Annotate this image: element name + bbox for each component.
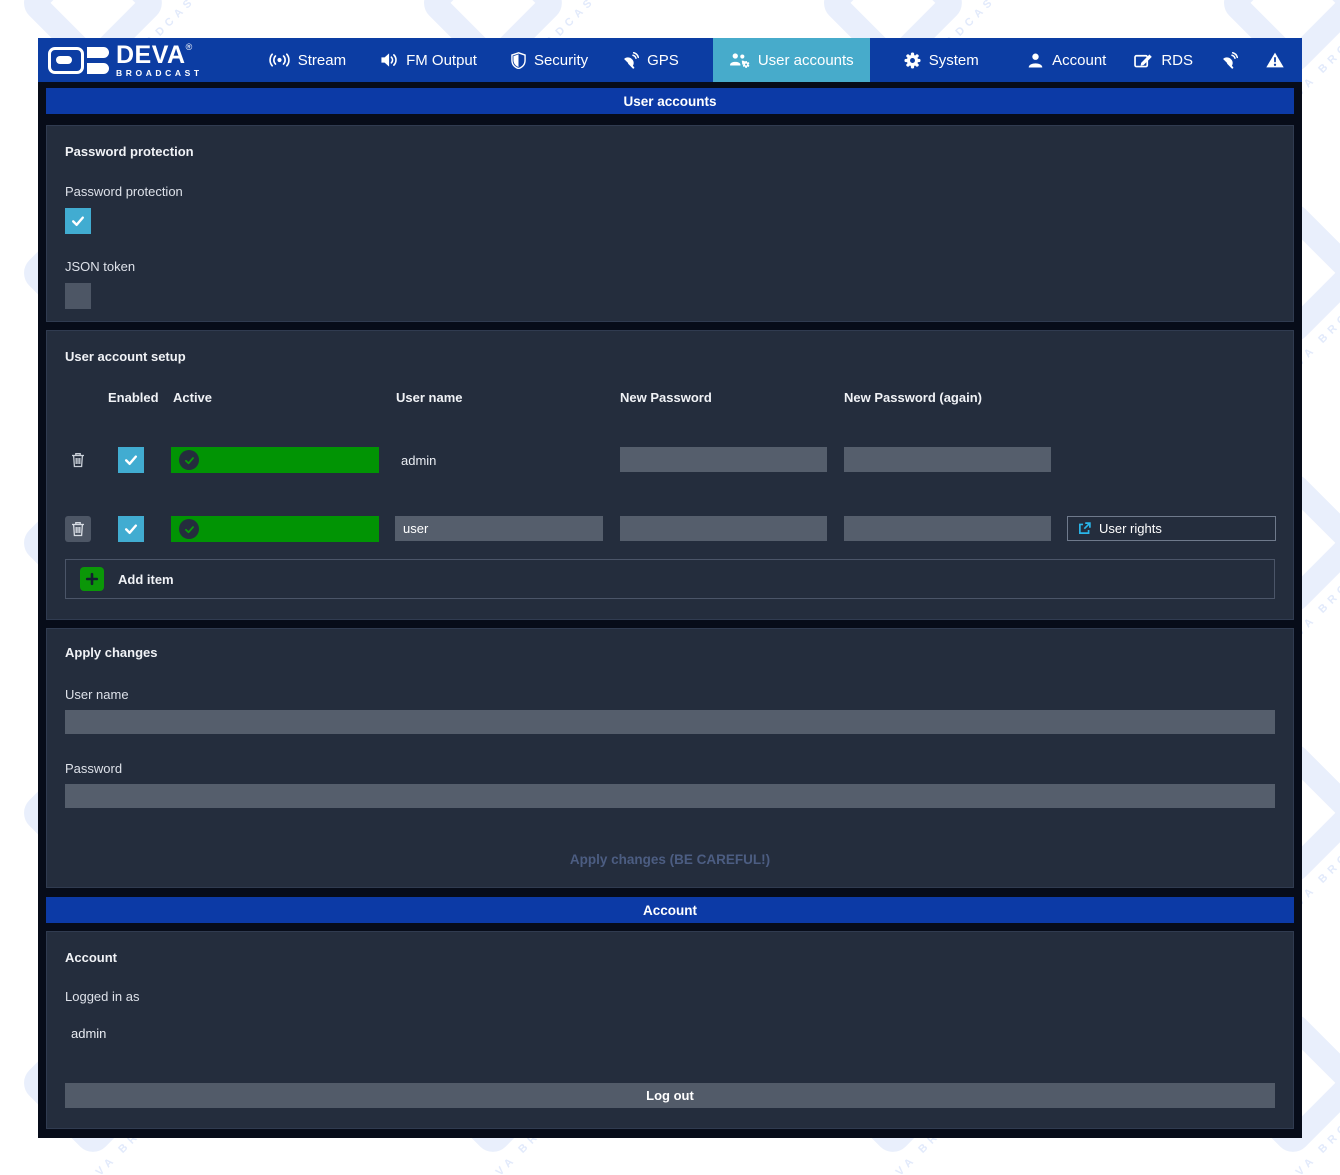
stream-icon [269, 53, 290, 67]
delete-user-button[interactable] [65, 516, 91, 542]
brand-subtitle: BROADCAST [116, 69, 203, 78]
column-header-user-name: User name [396, 390, 462, 405]
nav-right: Account RDS [1027, 38, 1284, 82]
password-protection-title: Password protection [65, 144, 1275, 159]
enabled-checkbox[interactable] [118, 516, 144, 542]
password-protection-label: Password protection [65, 184, 1275, 199]
navbar: DEVA® BROADCAST Stream FM Output Securit… [38, 38, 1302, 82]
column-header-new-password-again: New Password (again) [844, 390, 982, 405]
rds-icon [1134, 52, 1153, 68]
account-panel-title: Account [65, 950, 1275, 965]
user-account-setup-panel: User account setup Enabled Active User n… [46, 330, 1294, 620]
trash-icon [71, 521, 85, 537]
satellite-icon [1221, 52, 1238, 69]
nav-item-security[interactable]: Security [511, 38, 588, 82]
nav-item-account[interactable]: Account [1027, 38, 1106, 82]
logged-in-as-label: Logged in as [65, 989, 1275, 1004]
enabled-checkbox[interactable] [118, 447, 144, 473]
logged-in-user-value: admin [65, 1026, 1275, 1041]
fm-output-icon [380, 52, 398, 68]
apply-username-input[interactable] [65, 710, 1275, 734]
satellite-button[interactable] [1221, 38, 1238, 82]
nav-item-system[interactable]: System [904, 38, 979, 82]
check-icon [123, 521, 139, 537]
column-header-enabled: Enabled [108, 390, 159, 405]
external-link-icon [1078, 522, 1091, 535]
user-row-user: User rights [65, 516, 1275, 542]
apply-changes-title: Apply changes [65, 645, 1275, 660]
column-header-active: Active [173, 390, 212, 405]
active-status-indicator [171, 447, 379, 473]
alert-button[interactable] [1266, 38, 1284, 82]
brand-name: DEVA [116, 41, 186, 69]
active-check-icon [179, 519, 199, 539]
nav-main: Stream FM Output Security GPS User accou… [269, 38, 979, 82]
brand-registered-mark: ® [186, 42, 193, 52]
page-title: User accounts [46, 88, 1294, 114]
column-header-new-password: New Password [620, 390, 712, 405]
password-protection-panel: Password protection Password protection … [46, 125, 1294, 322]
log-out-button[interactable]: Log out [65, 1083, 1275, 1108]
apply-password-input[interactable] [65, 784, 1275, 808]
new-password-input[interactable] [620, 447, 827, 472]
nav-item-gps[interactable]: GPS [622, 38, 679, 82]
user-name-input[interactable] [395, 516, 603, 541]
add-item-row[interactable]: Add item [65, 559, 1275, 599]
check-icon [70, 213, 86, 229]
add-item-label: Add item [118, 572, 174, 587]
active-status-indicator [171, 516, 379, 542]
account-section-title: Account [46, 897, 1294, 923]
apply-changes-button[interactable]: Apply changes (BE CAREFUL!) [570, 852, 770, 867]
apply-changes-panel: Apply changes User name Password Apply c… [46, 628, 1294, 888]
deva-logo[interactable]: DEVA® BROADCAST [48, 43, 203, 78]
json-token-checkbox[interactable] [65, 283, 91, 309]
user-account-setup-title: User account setup [65, 349, 186, 364]
new-password-again-input[interactable] [844, 447, 1051, 472]
app-window: DEVA® BROADCAST Stream FM Output Securit… [38, 38, 1302, 1138]
warning-icon [1266, 52, 1284, 68]
add-item-button[interactable] [80, 567, 104, 591]
nav-item-stream[interactable]: Stream [269, 38, 346, 82]
gps-icon [622, 52, 639, 69]
new-password-again-input[interactable] [844, 516, 1051, 541]
new-password-input[interactable] [620, 516, 827, 541]
user-row-admin: admin [65, 447, 1275, 473]
nav-item-rds[interactable]: RDS [1134, 38, 1193, 82]
account-panel: Account Logged in as admin Log out [46, 931, 1294, 1129]
user-name-value: admin [395, 447, 603, 473]
nav-item-user-accounts[interactable]: User accounts [713, 38, 870, 82]
account-icon [1027, 52, 1044, 69]
trash-icon [71, 452, 85, 468]
security-icon [511, 52, 526, 69]
user-accounts-icon [729, 52, 750, 68]
active-check-icon [179, 450, 199, 470]
deva-logo-mark [48, 47, 109, 74]
check-icon [123, 452, 139, 468]
delete-user-button[interactable] [65, 447, 91, 473]
plus-icon [85, 572, 99, 586]
apply-username-label: User name [65, 687, 1275, 702]
nav-item-fm-output[interactable]: FM Output [380, 38, 477, 82]
system-icon [904, 52, 921, 69]
apply-password-label: Password [65, 761, 1275, 776]
user-rights-button[interactable]: User rights [1067, 516, 1276, 541]
password-protection-checkbox[interactable] [65, 208, 91, 234]
json-token-label: JSON token [65, 259, 1275, 274]
